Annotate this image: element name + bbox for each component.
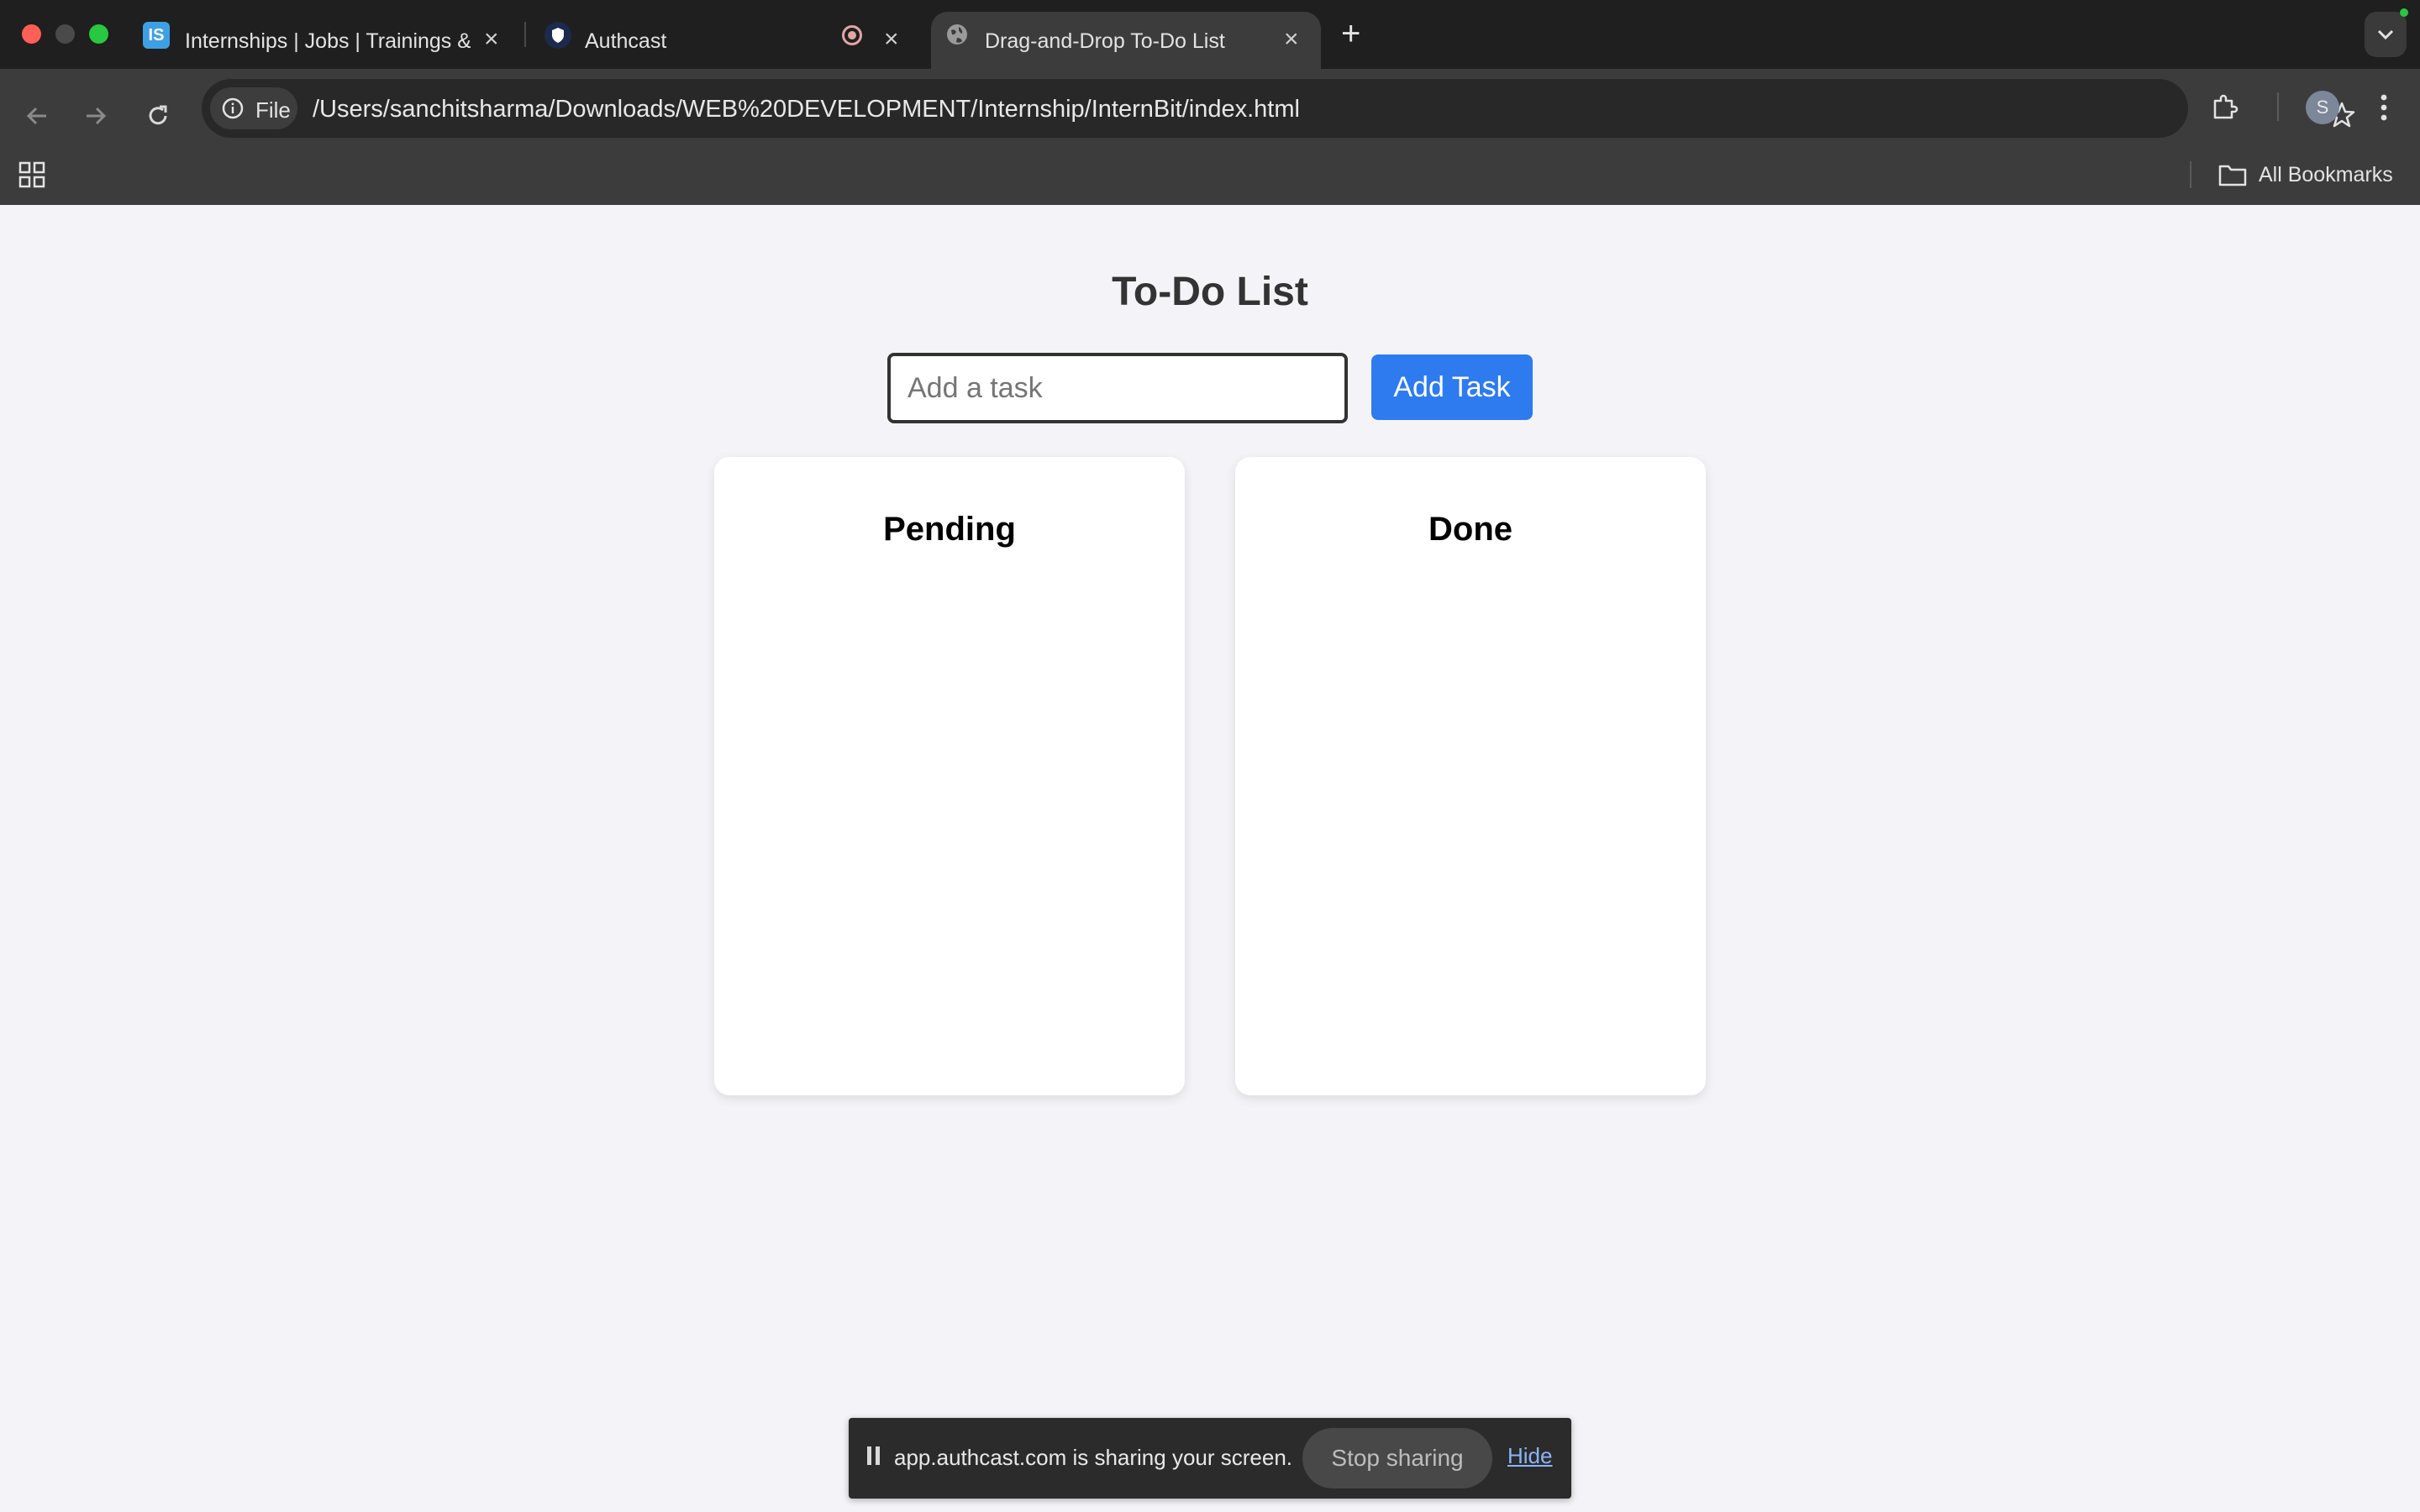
sharing-message: app.authcast.com is sharing your screen. [894, 1445, 1293, 1470]
arrow-right-icon [87, 107, 107, 125]
all-bookmarks-label: All Bookmarks [2259, 162, 2393, 186]
tab-title: Drag-and-Drop To-Do List [985, 29, 1225, 53]
page-title: To-Do List [1112, 270, 1308, 314]
more-vert-icon [2381, 94, 2387, 121]
status-dot [2400, 8, 2408, 17]
browser-toolbar: File /Users/sanchitsharma/Downloads/WEB%… [0, 69, 2420, 205]
minimize-window-button[interactable] [55, 24, 75, 44]
done-column[interactable]: Done [1235, 457, 1706, 1095]
stop-sharing-button[interactable]: Stop sharing [1302, 1428, 1492, 1488]
tab-authcast[interactable]: Authcast × [538, 12, 924, 69]
shield-icon [544, 22, 571, 49]
extensions-icon[interactable] [2210, 91, 2240, 121]
page-content: To-Do List Add Task Pending Done [0, 205, 2420, 1512]
folder-icon [2218, 165, 2247, 186]
close-icon[interactable]: × [884, 25, 899, 54]
tab-internships[interactable]: IS Internships | Jobs | Trainings & ... … [134, 12, 521, 69]
url-text[interactable]: /Users/sanchitsharma/Downloads/WEB%20DEV… [313, 96, 1300, 123]
reload-button[interactable] [134, 92, 182, 139]
done-column-title: Done [1428, 511, 1512, 548]
forward-button[interactable] [72, 92, 119, 139]
toolbar-divider [2277, 92, 2279, 121]
tab-title: Authcast [585, 29, 667, 53]
close-icon[interactable]: × [484, 25, 499, 54]
reload-icon [149, 105, 167, 125]
close-window-button[interactable] [22, 24, 41, 44]
internshala-favicon-icon: IS [143, 22, 170, 49]
pending-column[interactable]: Pending [714, 457, 1185, 1095]
pause-icon [867, 1446, 880, 1465]
add-task-button[interactable]: Add Task [1371, 354, 1533, 420]
bookmarks-divider [2190, 161, 2191, 188]
globe-icon [947, 24, 967, 45]
chevron-down-icon [2377, 29, 2394, 40]
profile-avatar[interactable]: S [2306, 91, 2339, 124]
address-bar[interactable]: File /Users/sanchitsharma/Downloads/WEB%… [202, 79, 2355, 138]
recording-icon [842, 25, 862, 45]
task-input[interactable] [887, 353, 1348, 423]
tab-search-button[interactable] [2365, 12, 2407, 57]
hide-banner-link[interactable]: Hide [1507, 1443, 1552, 1469]
tab-bar: IS Internships | Jobs | Trainings & ... … [0, 0, 2420, 69]
file-chip-label: File [255, 97, 291, 123]
all-bookmarks-button[interactable]: All Bookmarks [2218, 160, 2393, 190]
zoom-window-button[interactable] [89, 24, 108, 44]
info-icon [222, 97, 244, 119]
tab-divider [524, 22, 526, 47]
arrow-left-icon [26, 107, 46, 125]
pending-column-title: Pending [883, 511, 1016, 548]
apps-grid-icon[interactable] [18, 161, 45, 188]
browser-menu-button[interactable] [2371, 89, 2396, 126]
tab-title: Internships | Jobs | Trainings & ... [185, 29, 471, 53]
back-button[interactable] [13, 92, 60, 139]
close-icon[interactable]: × [1284, 25, 1299, 54]
site-info-chip[interactable]: File [210, 87, 297, 129]
tab-todo-list[interactable]: Drag-and-Drop To-Do List × [931, 12, 1321, 69]
new-tab-button[interactable]: + [1341, 13, 1360, 54]
screen-sharing-banner: app.authcast.com is sharing your screen.… [849, 1418, 1571, 1499]
